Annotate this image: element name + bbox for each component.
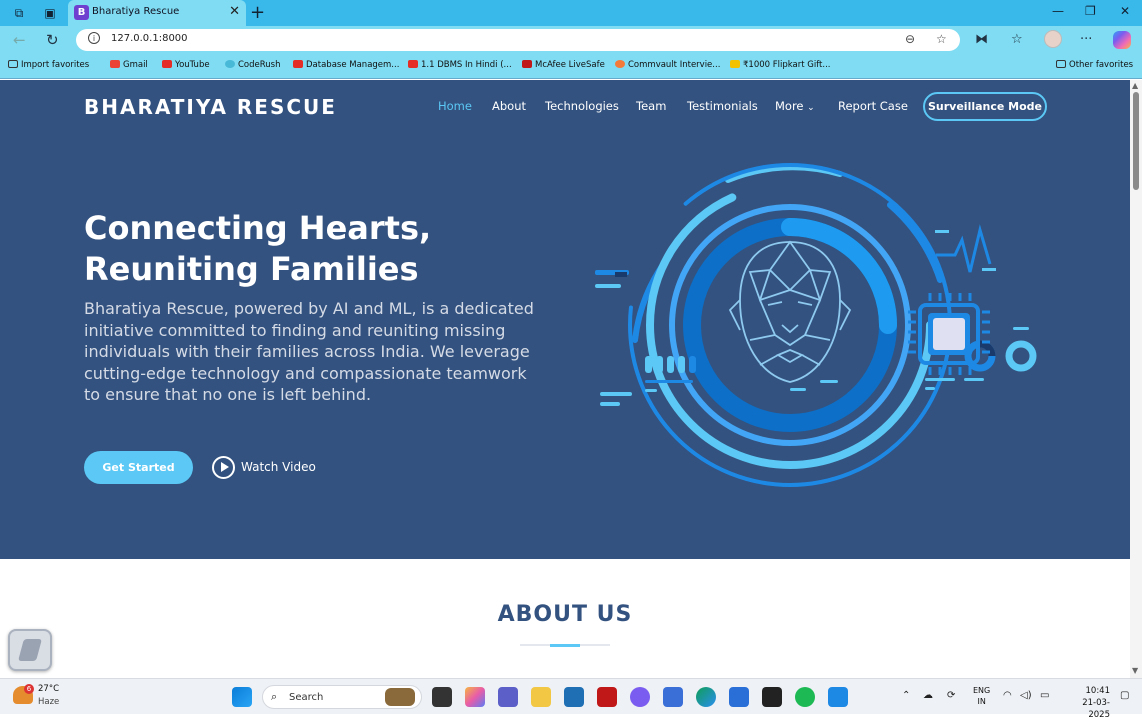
chevron-down-icon: ⌄ — [807, 103, 815, 113]
nav-technologies[interactable]: Technologies — [545, 99, 619, 113]
browser-tab-bar: ⧉ ▣ B Bharatiya Rescue ✕ + — ❐ ✕ — [0, 0, 1142, 26]
nav-home[interactable]: Home — [438, 99, 472, 113]
bookmark-coderush[interactable]: CodeRush — [225, 60, 281, 70]
other-favorites-folder[interactable]: Other favorites — [1056, 60, 1133, 70]
clock-time: 10:41 — [1085, 686, 1111, 696]
search-placeholder: Search — [289, 692, 324, 703]
page-scrollbar[interactable]: ▲ ▼ — [1130, 80, 1142, 678]
terminal-icon[interactable] — [762, 687, 782, 707]
nav-more[interactable]: More ⌄ — [775, 99, 815, 113]
app-icon-2[interactable] — [663, 687, 683, 707]
clock[interactable]: 10:41 21-03-2025 — [1062, 685, 1110, 721]
nav-team[interactable]: Team — [636, 99, 666, 113]
nav-testimonials[interactable]: Testimonials — [687, 99, 758, 113]
bookmark-commvault[interactable]: Commvault Intervie... — [615, 60, 720, 70]
tab-title: Bharatiya Rescue — [92, 6, 180, 17]
tab-bharatiya-rescue[interactable]: B Bharatiya Rescue ✕ — [68, 0, 246, 26]
favorite-star-icon[interactable]: ☆ — [936, 32, 947, 46]
vertical-tabs-icon[interactable]: ▣ — [43, 6, 57, 20]
nav-report-case[interactable]: Report Case — [838, 99, 908, 113]
search-highlight-icon — [385, 688, 415, 706]
hero-title: Connecting Hearts, Reuniting Families — [84, 208, 564, 290]
bookmark-import-favorites[interactable]: Import favorites — [8, 60, 89, 70]
start-windows-icon[interactable] — [232, 687, 252, 707]
ai-face-recognition-illustration — [595, 163, 1037, 487]
copilot-app-icon[interactable] — [465, 687, 485, 707]
battery-icon[interactable]: ▭ — [1040, 690, 1049, 701]
restore-icon[interactable]: ❐ — [1085, 4, 1096, 18]
clock-date: 21-03-2025 — [1082, 698, 1110, 720]
hero-description: Bharatiya Rescue, powered by AI and ML, … — [84, 299, 534, 404]
bookmark-youtube[interactable]: YouTube — [162, 60, 210, 70]
reader-more-icon[interactable]: ⊖ — [905, 32, 915, 46]
close-tab-icon[interactable]: ✕ — [229, 4, 240, 19]
bookmark-database-management[interactable]: Database Managem... — [293, 60, 399, 70]
site-info-icon[interactable]: i — [88, 32, 100, 44]
wifi-icon[interactable]: ◠ — [1003, 690, 1012, 701]
sync-icon[interactable]: ⟳ — [947, 690, 955, 701]
url-text: 127.0.0.1:8000 — [111, 33, 188, 44]
close-window-icon[interactable]: ✕ — [1120, 4, 1130, 18]
weather-temperature[interactable]: 27°C — [38, 684, 59, 694]
nav-about[interactable]: About — [492, 99, 526, 113]
scroll-thumb[interactable] — [1133, 92, 1139, 190]
about-us-heading: ABOUT US — [497, 602, 633, 627]
windows-taskbar: 6 27°C Haze ⌕ Search ⌃ ☁ ⟳ ENG IN ◠ ◁) ▭… — [0, 678, 1142, 720]
settings-more-icon[interactable]: ··· — [1080, 32, 1092, 47]
file-explorer-icon[interactable] — [531, 687, 551, 707]
scroll-up-icon[interactable]: ▲ — [1132, 81, 1138, 90]
taskbar-search[interactable]: ⌕ Search — [262, 685, 422, 709]
copilot-icon[interactable] — [1113, 31, 1131, 49]
workspaces-icon[interactable]: ⧉ — [12, 6, 26, 20]
language-indicator[interactable]: ENG IN — [973, 685, 990, 707]
bookmark-dbms-hindi[interactable]: 1.1 DBMS In Hindi (... — [408, 60, 512, 70]
bookmarks-bar: Import favorites Gmail YouTube CodeRush … — [0, 54, 1142, 79]
profile-avatar[interactable] — [1044, 30, 1062, 48]
bootstrap-tab-icon: B — [74, 5, 89, 20]
refresh-icon[interactable]: ↻ — [46, 31, 59, 49]
hero-title-line1: Connecting Hearts, — [84, 209, 432, 247]
back-icon[interactable]: ← — [13, 31, 26, 49]
vscode-icon[interactable] — [828, 687, 848, 707]
favorites-icon[interactable]: ☆ — [1011, 32, 1023, 47]
spotify-icon[interactable] — [795, 687, 815, 707]
bookmark-mcafee[interactable]: McAfee LiveSafe — [522, 60, 605, 70]
volume-icon[interactable]: ◁) — [1020, 690, 1032, 701]
scroll-down-icon[interactable]: ▼ — [1132, 666, 1138, 675]
show-hidden-icons-icon[interactable]: ⌃ — [902, 690, 910, 701]
new-tab-icon[interactable]: + — [250, 2, 265, 23]
task-view-icon[interactable] — [432, 687, 452, 707]
app-icon[interactable] — [630, 687, 650, 707]
lang-region: IN — [977, 697, 986, 706]
watch-video-link[interactable]: Watch Video — [241, 460, 316, 474]
hero-section: BHARATIYA RESCUE Home About Technologies… — [0, 80, 1130, 559]
store-icon[interactable] — [564, 687, 584, 707]
site-brand[interactable]: BHARATIYA RESCUE — [84, 95, 337, 119]
weather-description[interactable]: Haze — [38, 697, 59, 707]
web-page: BHARATIYA RESCUE Home About Technologies… — [0, 80, 1130, 678]
about-divider — [520, 643, 610, 647]
minimize-icon[interactable]: — — [1052, 4, 1064, 18]
teams-icon[interactable] — [498, 687, 518, 707]
weather-badge: 6 — [24, 684, 34, 694]
play-circle-icon[interactable] — [212, 456, 235, 479]
get-started-button[interactable]: Get Started — [84, 451, 193, 484]
mcafee-icon[interactable] — [597, 687, 617, 707]
address-toolbar: ← ↻ i 127.0.0.1:8000 ⊖ ☆ ⧓ ☆ ··· — [0, 26, 1142, 54]
surveillance-mode-button[interactable]: Surveillance Mode — [923, 92, 1047, 121]
notifications-icon[interactable]: ▢ — [1120, 690, 1129, 701]
lightning-icon — [18, 639, 42, 661]
floating-app-button[interactable] — [8, 629, 52, 671]
hero-title-line2: Reuniting Families — [84, 250, 419, 288]
lang-code: ENG — [973, 686, 991, 695]
bookmark-gmail[interactable]: Gmail — [110, 60, 148, 70]
search-icon: ⌕ — [271, 690, 278, 703]
address-bar[interactable]: i 127.0.0.1:8000 ⊖ ☆ — [76, 29, 960, 51]
edge-icon[interactable] — [696, 687, 716, 707]
cloud-icon[interactable]: ☁ — [923, 690, 933, 701]
bookmark-flipkart[interactable]: ₹1000 Flipkart Gift... — [730, 60, 831, 70]
app-icon-3[interactable] — [729, 687, 749, 707]
extensions-icon[interactable]: ⧓ — [975, 32, 988, 47]
